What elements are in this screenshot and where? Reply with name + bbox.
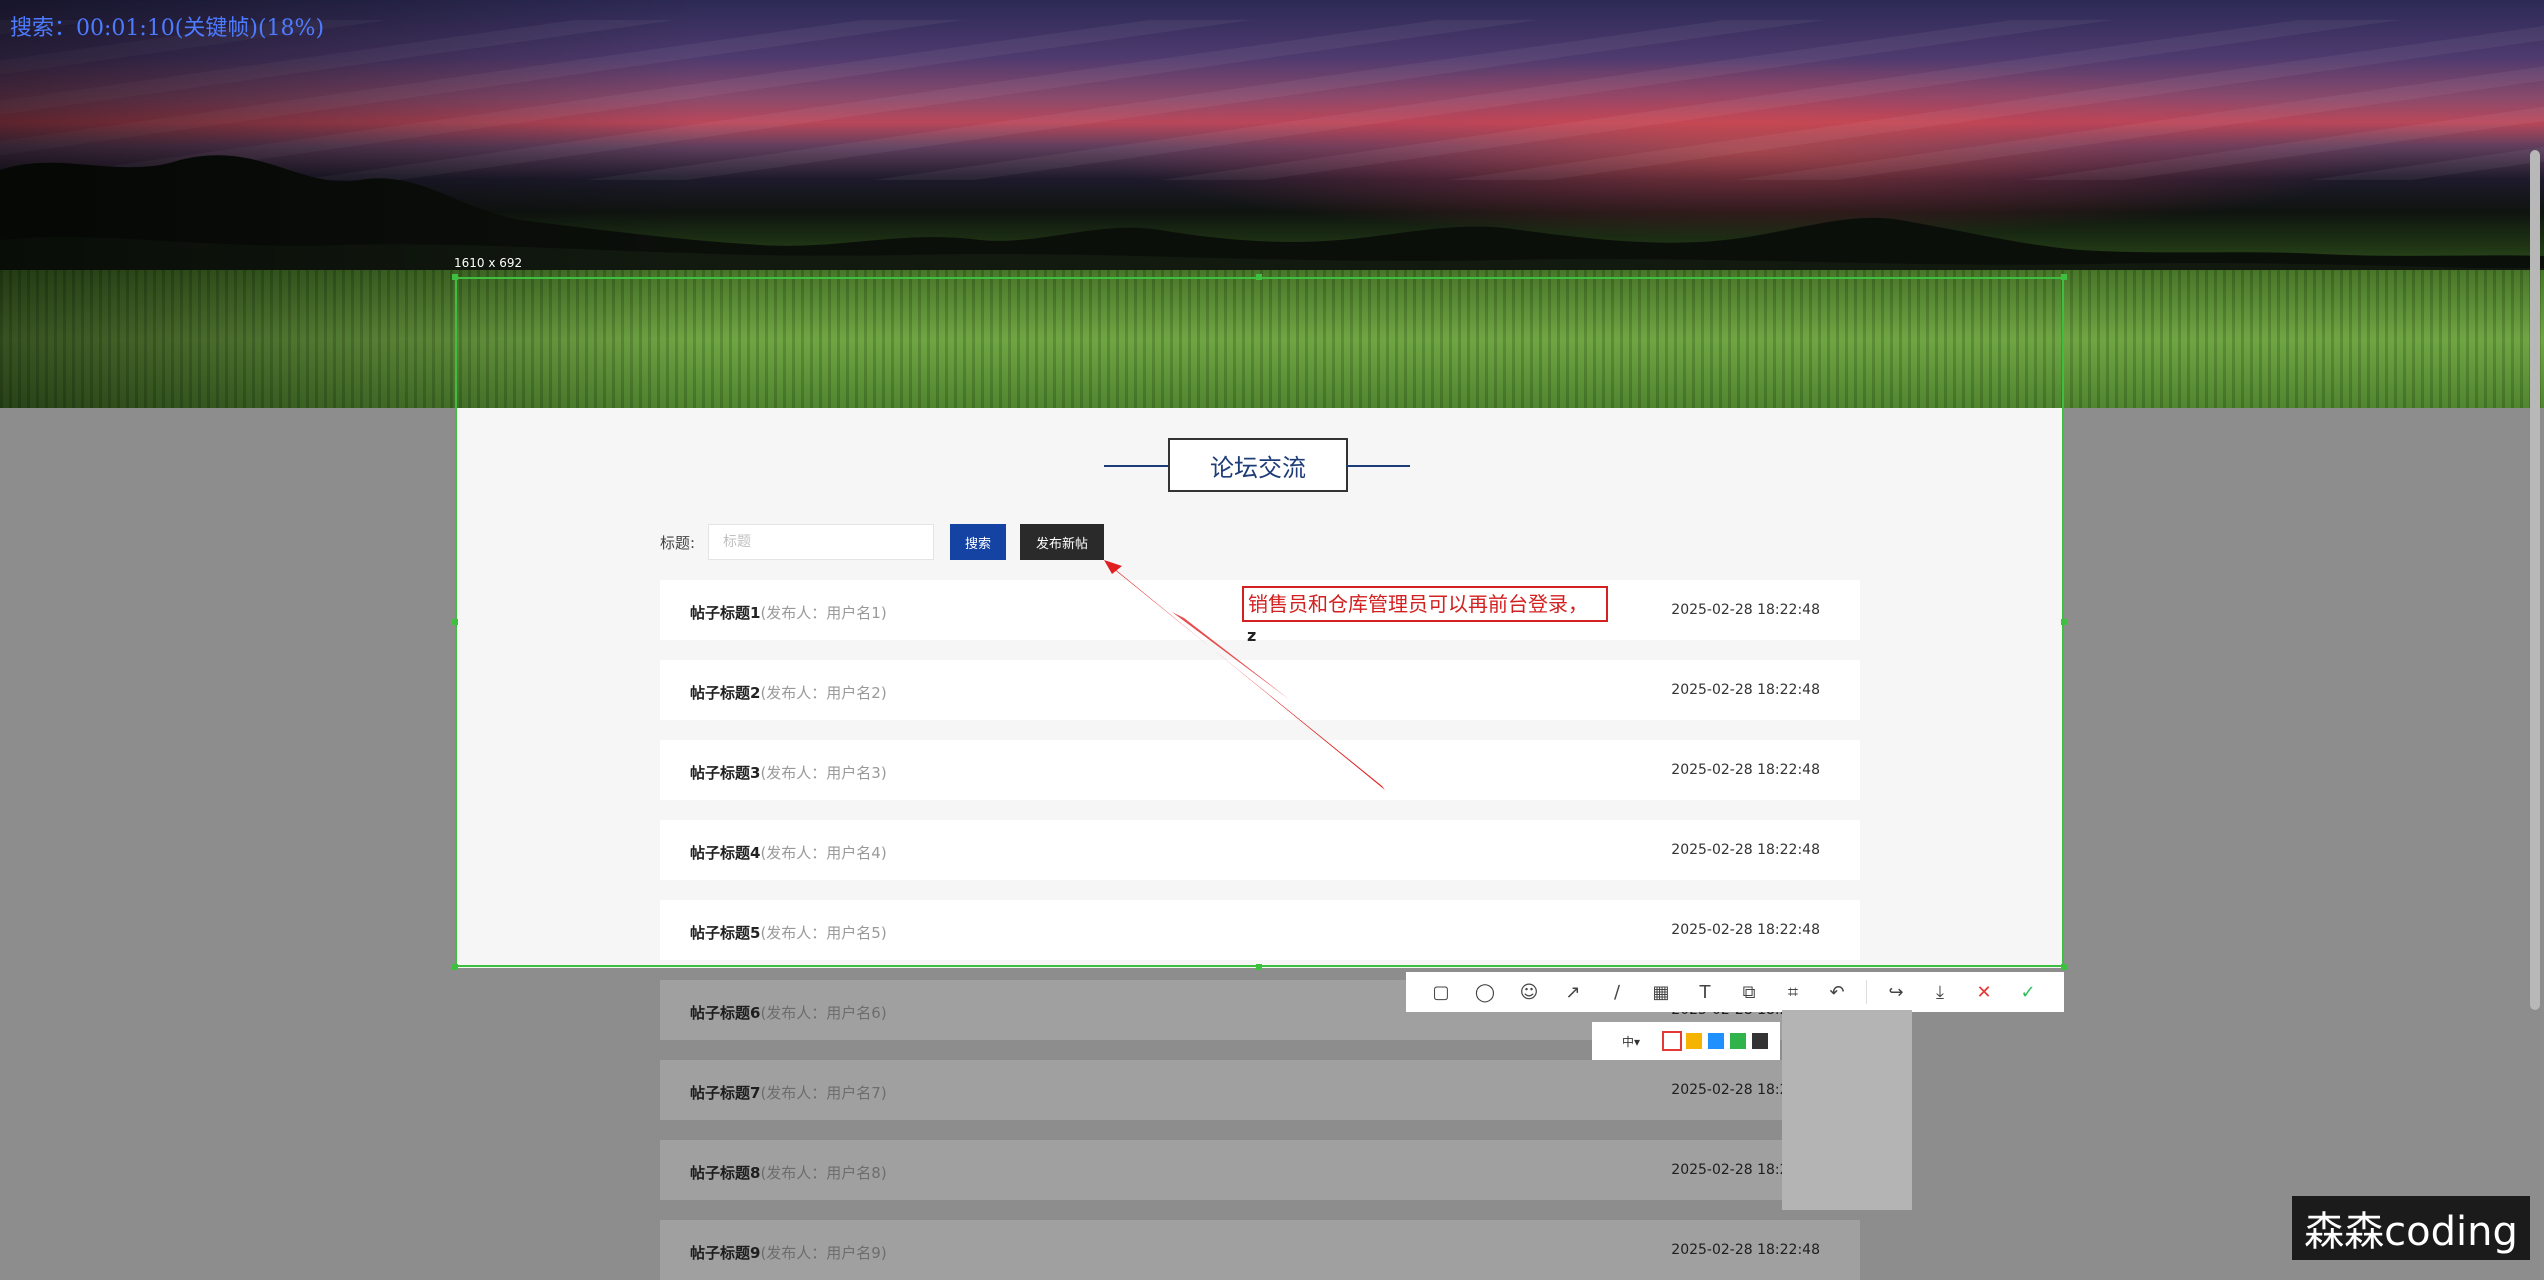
line-tool-icon[interactable]: ∕ <box>1602 977 1632 1007</box>
color-swatch-blue[interactable] <box>1708 1033 1725 1049</box>
arrow-tool-icon[interactable]: ↗ <box>1558 977 1588 1007</box>
rectangle-tool-icon[interactable]: ▢ <box>1426 977 1456 1007</box>
color-swatch-black[interactable] <box>1752 1033 1769 1049</box>
text-caret: z <box>1247 626 1257 645</box>
font-size-select[interactable]: 中▾ <box>1622 1033 1640 1050</box>
watermark: 森森coding <box>2292 1196 2530 1260</box>
color-palette: 中▾ <box>1592 1022 1780 1060</box>
text-tool-icon[interactable]: T <box>1690 977 1720 1007</box>
undo-tool-icon[interactable]: ↶ <box>1822 977 1852 1007</box>
confirm-tool-icon[interactable]: ✓ <box>2013 977 2043 1007</box>
arrow-shaft-tail <box>1172 612 1290 700</box>
ocr-tool-icon[interactable]: ⌗ <box>1778 977 1808 1007</box>
annotation-toolbar: ▢ ◯ ☺ ↗ ∕ ▦ T ⧉ ⌗ ↶ ↪ ⤓ ✕ ✓ <box>1406 972 2064 1012</box>
annotation-text-box[interactable]: 销售员和仓库管理员可以再前台登录， <box>1242 586 1608 622</box>
toolbar-divider <box>1866 980 1867 1004</box>
share-tool-icon[interactable]: ↪ <box>1881 977 1911 1007</box>
mosaic-tool-icon[interactable]: ▦ <box>1646 977 1676 1007</box>
emoji-tool-icon[interactable]: ☺ <box>1514 977 1544 1007</box>
color-swatch-red[interactable] <box>1662 1031 1683 1051</box>
ellipse-tool-icon[interactable]: ◯ <box>1470 977 1500 1007</box>
cancel-tool-icon[interactable]: ✕ <box>1969 977 1999 1007</box>
page-scrollbar[interactable] <box>2530 150 2540 1010</box>
copy-tool-icon[interactable]: ⧉ <box>1734 977 1764 1007</box>
arrow-head <box>1104 560 1122 574</box>
mosaic-region <box>1782 1010 1912 1210</box>
color-swatch-yellow[interactable] <box>1686 1033 1703 1049</box>
save-tool-icon[interactable]: ⤓ <box>1925 977 1955 1007</box>
color-swatch-green[interactable] <box>1730 1033 1747 1049</box>
arrow-annotation <box>1104 560 1385 790</box>
